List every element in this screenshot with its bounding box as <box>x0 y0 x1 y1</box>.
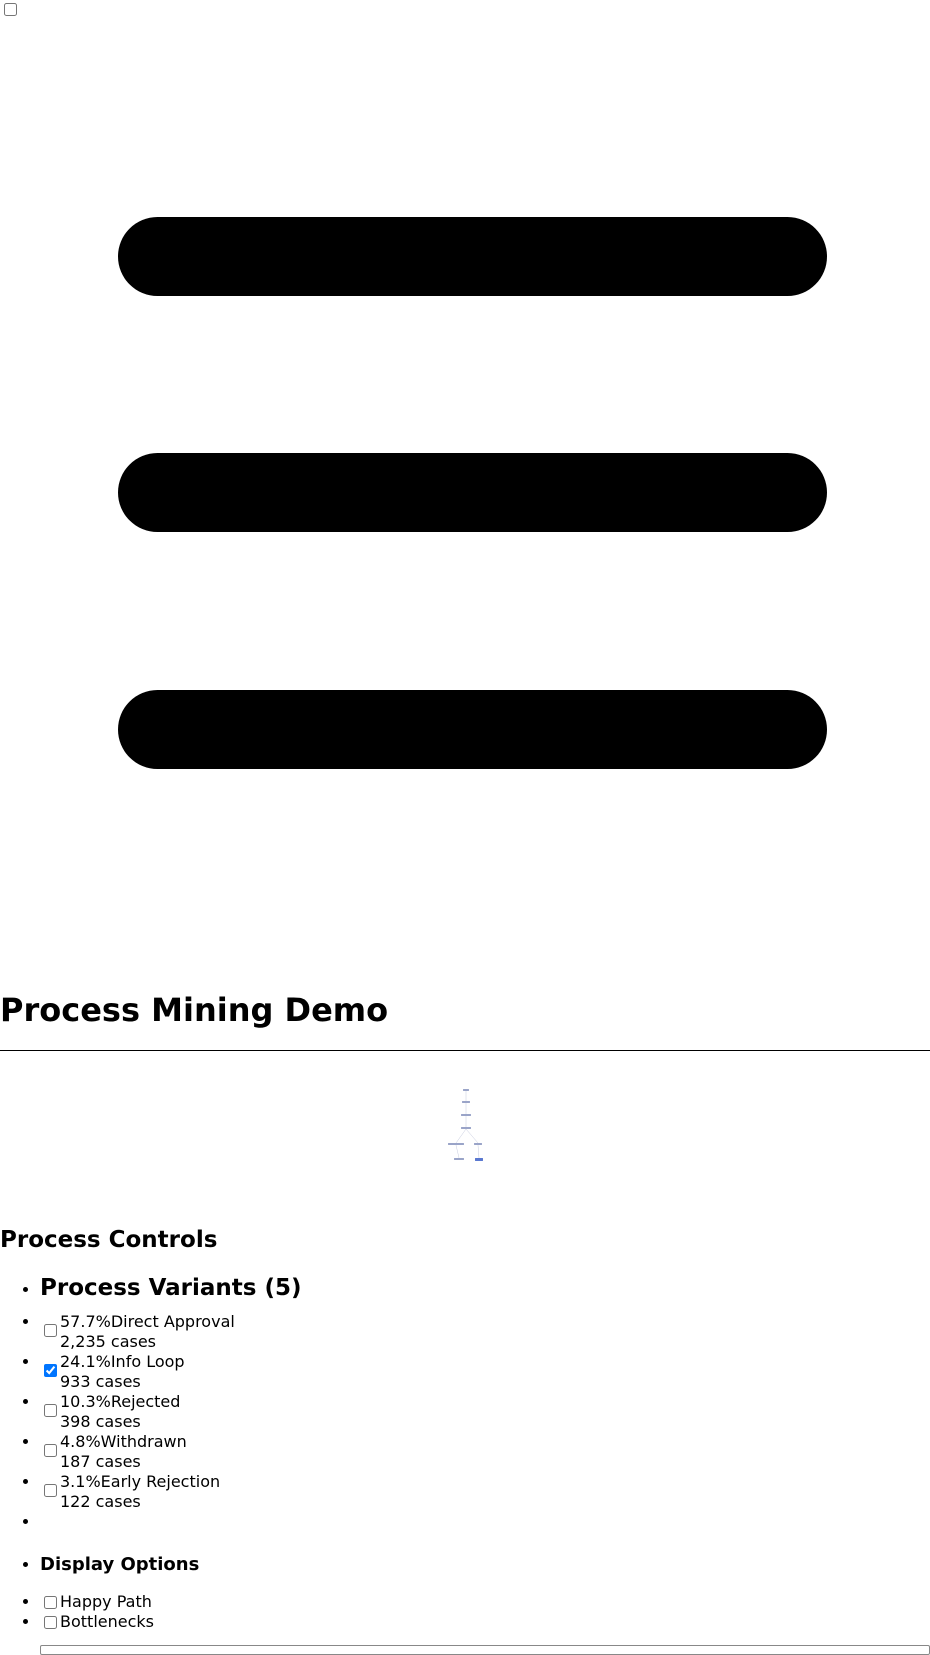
variant-text: 4.8%Withdrawn 187 cases <box>60 1432 187 1472</box>
variant-item-early-rejection[interactable]: 3.1%Early Rejection 122 cases <box>40 1472 930 1512</box>
option-happy-path[interactable]: Happy Path <box>40 1592 930 1612</box>
process-variants-heading: Process Variants (5) <box>40 1275 302 1301</box>
variant-cases: 2,235 cases <box>60 1332 157 1351</box>
diagram-node <box>461 1127 471 1129</box>
display-options-heading: Display Options <box>40 1554 200 1575</box>
happy-path-checkbox[interactable] <box>44 1596 57 1609</box>
variant-name: Direct Approval <box>110 1312 235 1331</box>
variant-name: Withdrawn <box>100 1432 187 1451</box>
page-title: Process Mining Demo <box>0 991 389 1029</box>
variant-name: Info Loop <box>110 1352 185 1371</box>
title-divider <box>0 1050 930 1051</box>
process-controls-title: Process Controls <box>0 1227 218 1253</box>
variant-text: 57.7%Direct Approval 2,235 cases <box>60 1312 235 1352</box>
variant-checkbox[interactable] <box>44 1484 57 1497</box>
list-item-empty <box>40 1512 930 1552</box>
diagram-node <box>461 1114 471 1116</box>
display-options-section: Display Options <box>40 1552 930 1592</box>
variants-section: Process Variants (5) <box>40 1272 930 1312</box>
bottlenecks-checkbox[interactable] <box>44 1616 57 1629</box>
variant-item-withdrawn[interactable]: 4.8%Withdrawn 187 cases <box>40 1432 930 1472</box>
variant-checkbox[interactable] <box>44 1404 57 1417</box>
variant-text: 10.3%Rejected 398 cases <box>60 1392 180 1432</box>
menu-bar-top <box>118 217 827 296</box>
diagram-node <box>463 1089 469 1091</box>
controls-list: Process Variants (5) 57.7%Direct Approva… <box>0 1272 930 1632</box>
control-input-box[interactable] <box>40 1645 930 1655</box>
diagram-node <box>474 1143 482 1145</box>
variant-cases: 933 cases <box>60 1372 141 1391</box>
option-label: Bottlenecks <box>60 1612 154 1631</box>
diagram-node <box>448 1143 464 1145</box>
variant-text: 24.1%Info Loop 933 cases <box>60 1352 185 1392</box>
option-bottlenecks[interactable]: Bottlenecks <box>40 1612 930 1632</box>
variant-percent: 10.3% <box>60 1392 111 1411</box>
sidebar-toggle-checkbox[interactable] <box>4 3 17 16</box>
menu-bar-bottom <box>118 690 827 769</box>
variant-cases: 122 cases <box>60 1492 141 1511</box>
variant-item-info-loop[interactable]: 24.1%Info Loop 933 cases <box>40 1352 930 1392</box>
menu-bar-middle <box>118 453 827 532</box>
variant-item-rejected[interactable]: 10.3%Rejected 398 cases <box>40 1392 930 1432</box>
variant-percent: 24.1% <box>60 1352 111 1371</box>
variant-percent: 4.8% <box>60 1432 101 1451</box>
diagram-node <box>454 1158 464 1160</box>
diagram-node-active <box>475 1158 483 1161</box>
variant-cases: 187 cases <box>60 1452 141 1471</box>
process-map-diagram <box>448 1089 483 1161</box>
variant-cases: 398 cases <box>60 1412 141 1431</box>
variant-name: Rejected <box>110 1392 181 1411</box>
hamburger-menu-icon[interactable] <box>118 217 827 769</box>
diagram-node <box>462 1101 470 1103</box>
variant-checkbox[interactable] <box>44 1364 57 1377</box>
option-label: Happy Path <box>60 1592 152 1611</box>
variant-percent: 3.1% <box>60 1472 101 1491</box>
variant-checkbox[interactable] <box>44 1324 57 1337</box>
variant-name: Early Rejection <box>100 1472 221 1491</box>
variant-percent: 57.7% <box>60 1312 111 1331</box>
variant-item-direct-approval[interactable]: 57.7%Direct Approval 2,235 cases <box>40 1312 930 1352</box>
variant-checkbox[interactable] <box>44 1444 57 1457</box>
variant-text: 3.1%Early Rejection 122 cases <box>60 1472 220 1512</box>
